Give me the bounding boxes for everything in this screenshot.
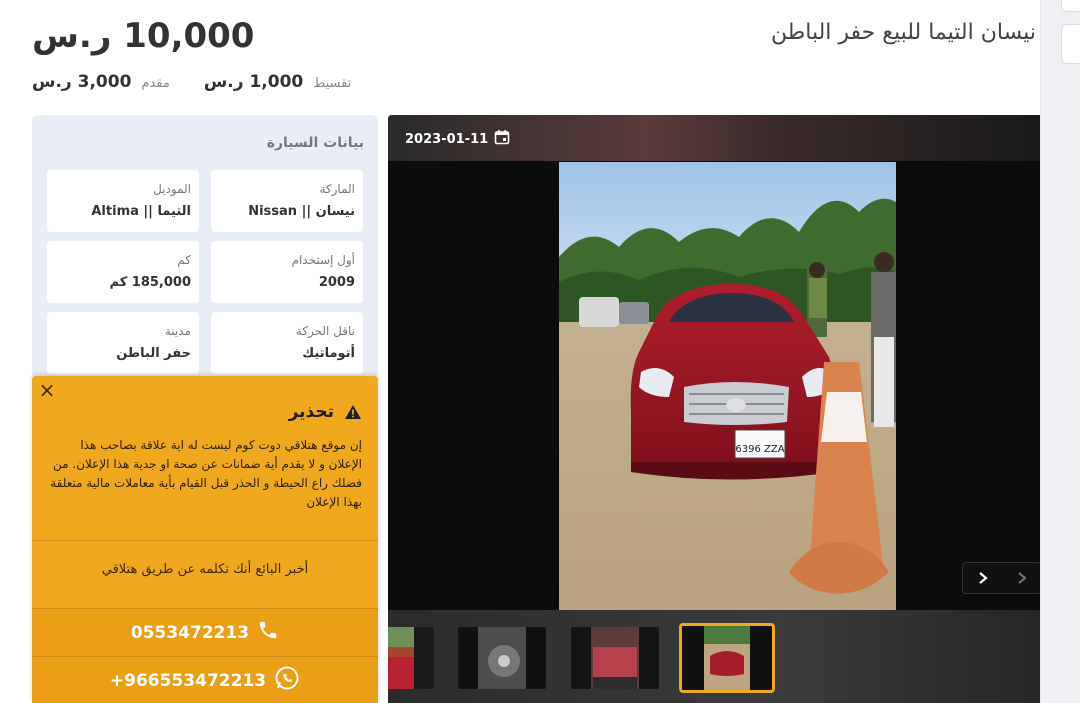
detail-value: نيسان || Nissan xyxy=(248,204,355,219)
installment-label: تقسيط xyxy=(313,76,352,91)
calendar-icon xyxy=(494,129,510,149)
phone-number: 0553472213 xyxy=(130,622,250,643)
downpayment-label: مقدم xyxy=(141,76,170,91)
detail-transmission: ناقل الحركة أتوماتيك xyxy=(211,312,363,374)
photo-gallery: 2023-01-11 6396 ZZA xyxy=(388,115,1040,703)
gallery-header: 2023-01-11 xyxy=(388,115,1040,161)
thumbnail[interactable] xyxy=(571,627,659,689)
detail-value: حفر الباطن xyxy=(116,346,191,361)
sidebar-button[interactable] xyxy=(1061,24,1080,64)
thumbnail[interactable] xyxy=(388,627,434,689)
chevron-right-icon[interactable] xyxy=(1002,563,1040,593)
detail-value: أتوماتيك xyxy=(302,346,355,361)
warning-box: × تحذير إن موقع هتلاقي دوت كوم ليست له ا… xyxy=(32,376,378,703)
listing-title: نيسان التيما للبيع حفر الباطن xyxy=(771,20,1036,45)
listing-page: نيسان التيما للبيع حفر الباطن 10,000 ر.س… xyxy=(0,0,1040,703)
detail-value: 2009 xyxy=(318,275,355,290)
gallery-nav xyxy=(962,562,1040,594)
sidebar-button[interactable] xyxy=(1061,0,1080,12)
detail-label: الماركة xyxy=(319,182,355,196)
date-text: 2023-01-11 xyxy=(405,131,489,147)
detail-brand: الماركة نيسان || Nissan xyxy=(211,170,363,232)
call-button[interactable]: 0553472213 xyxy=(32,608,378,656)
detail-model: الموديل التيما || Altima xyxy=(47,170,199,232)
installment-value: 1,000 ر.س xyxy=(203,72,304,92)
installment-info: تقسيط 1,000 ر.س xyxy=(204,72,351,92)
payment-info: تقسيط 1,000 ر.س مقدم 3,000 ر.س xyxy=(32,72,351,96)
car-details-card: بيانات السيارة الماركة نيسان || Nissan ا… xyxy=(32,115,378,380)
phone-icon xyxy=(257,619,279,646)
close-icon[interactable]: × xyxy=(38,380,56,400)
chevron-right-icon[interactable] xyxy=(963,563,1002,593)
thumbnail[interactable] xyxy=(458,627,546,689)
warning-title: تحذير xyxy=(288,402,334,422)
detail-value: التيما || Altima xyxy=(91,204,191,219)
warning-header: تحذير xyxy=(289,402,362,422)
detail-mileage: كم 185,000 كم xyxy=(47,241,199,303)
downpayment-value: 3,000 ر.س xyxy=(32,72,132,92)
whatsapp-number: +966553472213 xyxy=(109,670,267,691)
listing-price: 10,000 ر.س xyxy=(32,16,255,56)
detail-city: مدينة حفر الباطن xyxy=(47,312,199,374)
divider xyxy=(32,540,378,541)
detail-label: مدينة xyxy=(164,324,191,338)
license-plate-text: 6396 ZZA xyxy=(735,444,784,455)
detail-label: أول إستخدام xyxy=(291,253,355,267)
post-date: 2023-01-11 xyxy=(405,129,510,149)
thumbnail-active[interactable] xyxy=(679,623,775,693)
detail-value: 185,000 كم xyxy=(109,275,192,290)
detail-label: الموديل xyxy=(153,182,191,196)
warning-text: إن موقع هتلاقي دوت كوم ليست له اية علاقة… xyxy=(50,438,362,509)
right-sidebar xyxy=(1040,0,1080,703)
whatsapp-button[interactable]: +966553472213 xyxy=(32,656,378,703)
detail-label: ناقل الحركة xyxy=(295,324,355,338)
warning-triangle-icon xyxy=(344,404,362,420)
detail-label: كم xyxy=(177,253,191,267)
thumbnail-strip xyxy=(388,610,1040,703)
car-details-title: بيانات السيارة xyxy=(266,135,364,151)
downpayment-info: مقدم 3,000 ر.س xyxy=(32,72,170,92)
detail-first-use: أول إستخدام 2009 xyxy=(211,241,363,303)
whatsapp-icon xyxy=(274,665,300,696)
main-car-photo[interactable]: 6396 ZZA xyxy=(559,162,896,610)
contact-hint: أخبر البائع أنك تكلمه عن طريق هتلاقي xyxy=(101,562,309,577)
